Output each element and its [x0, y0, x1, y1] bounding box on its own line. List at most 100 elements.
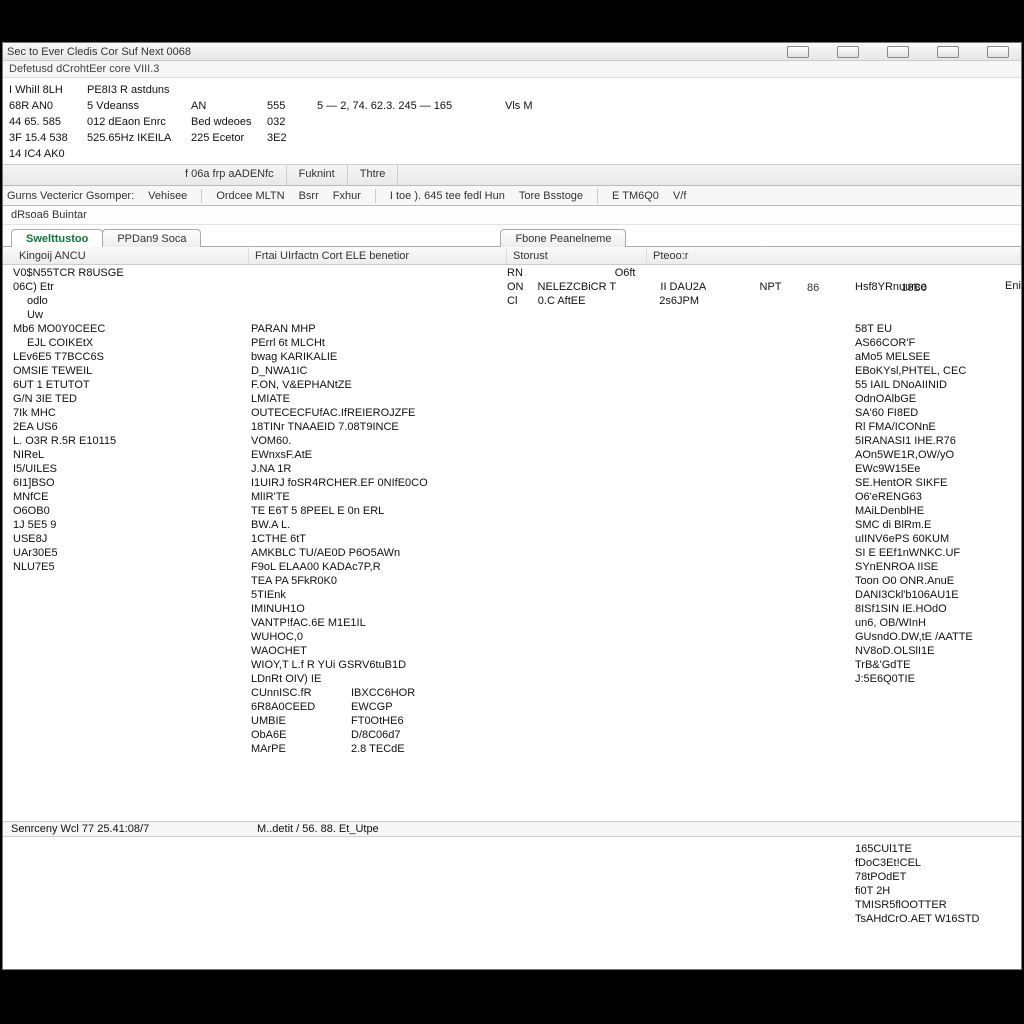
list-item: 58T EU — [855, 323, 1021, 336]
status-cell — [759, 295, 787, 308]
list-item: VOM60. — [251, 435, 541, 448]
list-item: TrB&'GdTE — [855, 659, 1021, 672]
list-item: D_NWA1IC — [251, 365, 541, 378]
col-head-1[interactable]: Kingoij ANCU — [13, 248, 249, 264]
pair-a: ObA6E — [251, 729, 325, 742]
list-item: 1CTHE 6tT — [251, 533, 541, 546]
tab-a[interactable]: Swelttustoo — [11, 229, 103, 247]
list-item: WUHOC,0 — [251, 631, 541, 644]
list-item: 6I1]BSO — [13, 477, 243, 490]
toolbar2-item[interactable]: Gurns Vectericr Gsomper: — [7, 190, 134, 202]
list-item: 55 IAIL DNoAIINID — [855, 379, 1021, 392]
list-item: EWnxsF.AtE — [251, 449, 541, 462]
list-item: TsAHdCrO.AET W16STD — [855, 913, 980, 926]
list-item: G/N 3IE TED — [13, 393, 243, 406]
mid-column: PARAN MHPPErrl 6t MLCHtbwag KARIKALIED_N… — [251, 267, 541, 756]
pair-a: CUnnISC.fR — [251, 687, 325, 700]
col-head-3[interactable]: Storust — [507, 248, 647, 264]
col-head-2[interactable]: Frtai UIrfactn Cort ELE benetior — [249, 248, 507, 264]
status-cell: ON — [507, 281, 538, 294]
toolbar2-item[interactable]: Vehisee — [148, 190, 187, 202]
sysbtn-3[interactable] — [887, 46, 909, 58]
column-headers: Kingoij ANCU Frtai UIrfactn Cort ELE ben… — [3, 247, 1021, 265]
status-row: RN O6ft — [507, 267, 787, 280]
status-column: RNO6ftONNELEZCBiCR TII DAU2ANPTCl0.C Aft… — [507, 267, 787, 308]
status-cell — [729, 267, 760, 280]
list-item: SYnENROA IISE — [855, 561, 1021, 574]
list-item: 1J 5E5 9 — [13, 519, 243, 532]
list-item: EWc9W15Ee — [855, 463, 1021, 476]
toolbar2-item[interactable]: Tore Bsstoge — [519, 190, 583, 202]
system-buttons — [787, 46, 1017, 58]
status-cell — [615, 295, 660, 308]
stats-cell: 44 65. 585 — [9, 116, 87, 128]
toolbar-upper: f 06a frp aADENfc Fuknint Thtre — [3, 164, 1021, 186]
toolbar2-item[interactable]: Fxhur — [333, 190, 361, 202]
list-item — [251, 309, 541, 322]
sysbtn-1[interactable] — [787, 46, 809, 58]
list-item: I5/UILES — [13, 463, 243, 476]
list-item: I1UIRJ foSR4RCHER.EF 0NIfE0CO — [251, 477, 541, 490]
list-item: TMISR5flOOTTER — [855, 899, 980, 912]
stats-cell: 68R AN0 — [9, 100, 87, 112]
list-item — [855, 309, 1021, 322]
toolbar2-item[interactable]: E TM6Q0 — [612, 190, 659, 202]
toolbar-separator — [597, 189, 598, 203]
list-item: 6UT 1 ETUTOT — [13, 379, 243, 392]
stats-cell: 3E2 — [267, 132, 317, 144]
list-item: un6, OB/WInH — [855, 617, 1021, 630]
status-cell: RN — [507, 267, 538, 280]
toolbar-btn-1[interactable]: f 06a frp aADENfc — [173, 165, 287, 185]
tab-b[interactable]: PPDan9 Soca — [102, 229, 201, 247]
list-item: NIReL — [13, 449, 243, 462]
list-item-pair: UMBIEFT0OtHE6 — [251, 715, 541, 728]
list-item: LDnRt OIV) IE — [251, 673, 541, 686]
list-item: odlo — [13, 295, 243, 308]
list-item: F.ON, V&EPHANtZE — [251, 379, 541, 392]
status-cell: O6ft — [615, 267, 660, 280]
list-item: GUsndO.DW,tE /AATTE — [855, 631, 1021, 644]
list-item-pair: CUnnISC.fR IBXCC6HOR — [251, 687, 541, 700]
list-item: aMo5 MELSEE — [855, 351, 1021, 364]
status-cell: 2s6JPM — [659, 295, 728, 308]
sysbtn-5[interactable] — [987, 46, 1009, 58]
toolbar2-item[interactable]: Bsrr — [299, 190, 319, 202]
sysbtn-4[interactable] — [937, 46, 959, 58]
status-cell: Cl — [507, 295, 538, 308]
stats-cell: Vls M — [505, 100, 553, 112]
list-item: EJL COIKEtX — [13, 337, 243, 350]
toolbar-btn-2[interactable]: Fuknint — [287, 165, 348, 185]
list-item: OdnOAlbGE — [855, 393, 1021, 406]
toolbar-btn-3[interactable]: Thtre — [348, 165, 399, 185]
list-item: 78tPOdET — [855, 871, 980, 884]
list-item: NLU7E5 — [13, 561, 243, 574]
list-item: NV8oD.OLSlI1E — [855, 645, 1021, 658]
list-item: Toon O0 ONR.AnuE — [855, 575, 1021, 588]
list-item: LMIATE — [251, 393, 541, 406]
list-item: Hsf8YRnuurce — [855, 281, 1021, 294]
toolbar2-item[interactable]: V/f — [673, 190, 686, 202]
stats-cell: 032 — [267, 116, 317, 128]
pair-b: IBXCC6HOR — [351, 687, 415, 700]
list-item-pair: MArPE2.8 TECdE — [251, 743, 541, 756]
toolbar-lower: Gurns Vectericr Gsomper: Vehisee Ordcee ML… — [3, 186, 1021, 206]
list-item: SMC di BlRm.E — [855, 519, 1021, 532]
sysbtn-2[interactable] — [837, 46, 859, 58]
status-cell: II DAU2A — [660, 281, 729, 294]
pair-b: FT0OtHE6 — [351, 715, 404, 728]
list-item: VANTP!fAC.6E M1E1IL — [251, 617, 541, 630]
toolbar-separator — [375, 189, 376, 203]
list-item: J.NA 1R — [251, 463, 541, 476]
status-cell: 0.C AftEE — [538, 295, 615, 308]
stats-cell: 225 Ecetor — [191, 132, 267, 144]
toolbar2-item[interactable]: I toe ). 645 tee fedl Hun — [390, 190, 505, 202]
list-item: fi0T 2H — [855, 885, 980, 898]
list-item: AS66COR'F — [855, 337, 1021, 350]
top-right-a: 86 — [807, 282, 819, 294]
col-head-4[interactable]: Pteoo:r — [647, 248, 1021, 264]
toolbar2-item[interactable]: Ordcee MLTN — [216, 190, 284, 202]
status-cell — [759, 267, 787, 280]
list-item: 2EA US6 — [13, 421, 243, 434]
tab-c[interactable]: Fbone Peanelneme — [500, 229, 626, 247]
tab-strip: Swelttustoo PPDan9 Soca Fbone Peanelneme — [3, 225, 1021, 247]
